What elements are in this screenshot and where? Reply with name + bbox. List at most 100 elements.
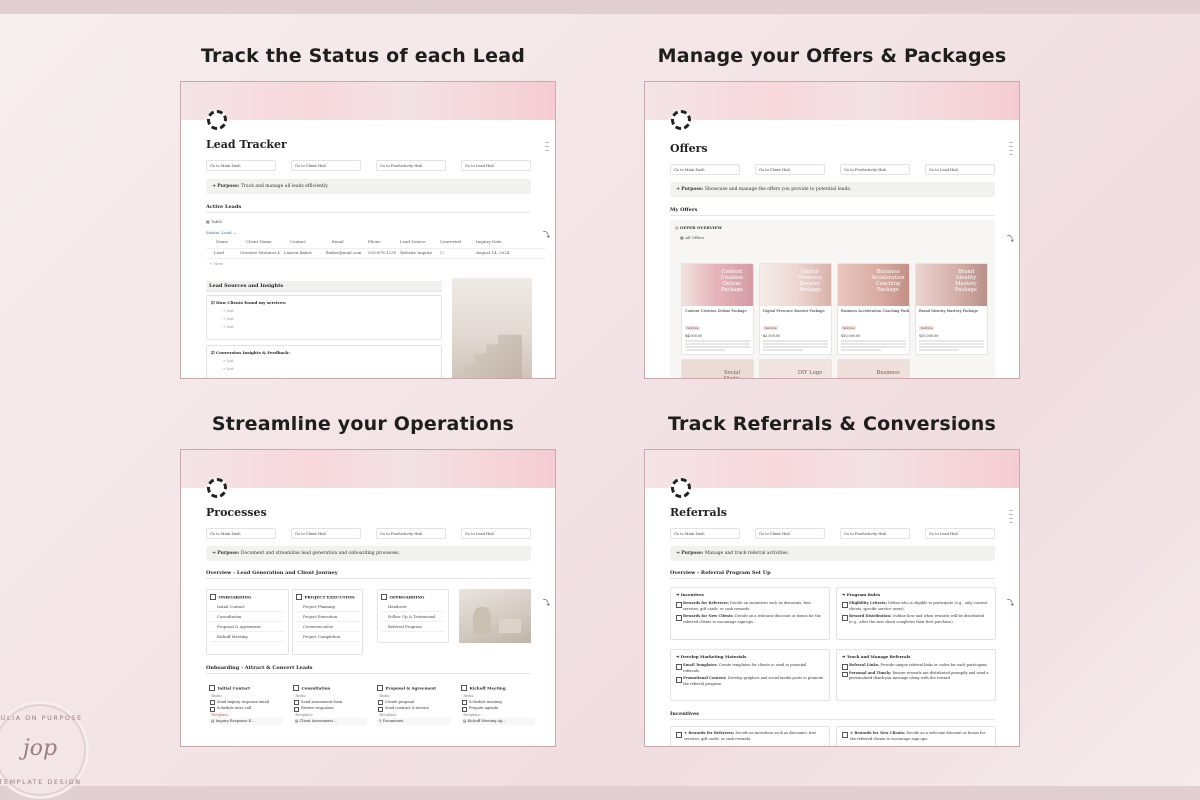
check-item[interactable]: Referral Links: Provide unique referral …: [842, 663, 990, 669]
offer-image-text: Business Acceleration Coaching Package: [871, 269, 905, 293]
nav-productivity-hub-button[interactable]: Go to Productivity Hub: [376, 528, 446, 539]
list-item[interactable]: Kickoff Meeting: [210, 632, 285, 642]
cell-source: Website Inquiry: [400, 250, 433, 255]
check-item[interactable]: Promotional Content: Develop graphics an…: [676, 676, 824, 687]
nav-client-hub-button[interactable]: Go to Client Hub: [291, 528, 361, 539]
nav-main-dash-button[interactable]: Go to Main Dash: [206, 528, 276, 539]
desc-line: [841, 340, 906, 342]
box-heading-text: Track and Manage Referrals: [846, 654, 911, 659]
nav-productivity-hub-button[interactable]: Go to Productivity Hub: [840, 164, 910, 175]
nav-lead-hub-button[interactable]: Go to Lead Hub: [461, 160, 531, 171]
offer-image-text: Digital Presence Booster Package: [797, 269, 823, 293]
nav-links: Go to Main Dash Go to Client Hub Go to P…: [670, 528, 995, 540]
nav-lead-hub-button[interactable]: Go to Lead Hub: [925, 164, 995, 175]
table-row[interactable]: Lead Creative Ventures Inc. Lauren Baker…: [206, 250, 546, 259]
offer-tag: Service: [763, 326, 779, 330]
table-view-tab[interactable]: ▦ Table: [206, 219, 222, 224]
check-item[interactable]: Reward Distribution: Outline how and whe…: [842, 614, 990, 625]
nav-client-hub-button[interactable]: Go to Client Hub: [755, 528, 825, 539]
offer-card[interactable]: Brand Identity Mastery Package Brand Ide…: [915, 263, 988, 355]
offer-card[interactable]: Business Acceleration Coaching Package B…: [837, 263, 910, 355]
list-item[interactable]: Communication: [296, 622, 359, 632]
offer-card[interactable]: Content Creation Deluxe Package Content …: [681, 263, 754, 355]
offer-tag: Service: [919, 326, 935, 330]
list-item[interactable]: Project Planning: [296, 602, 359, 612]
check-item[interactable]: Rewards for Referrers: Decide on incenti…: [676, 601, 824, 612]
star-item[interactable]: ★ Rewards for New Clients: Decide on a w…: [842, 731, 990, 742]
scroll-arrow-icon[interactable]: ⤵: [543, 598, 550, 608]
step-initial-contact[interactable]: Initial Contact Tasks: Send inquiry resp…: [209, 685, 287, 725]
nav-productivity-hub-button[interactable]: Go to Productivity Hub: [840, 528, 910, 539]
task-item[interactable]: Schedule intro call: [209, 705, 287, 712]
list-item[interactable]: Project Completion: [296, 632, 359, 642]
list-item[interactable]: Handover: [381, 602, 445, 612]
template-name: Documents: [382, 718, 404, 723]
list-item[interactable]: Referral Program: [381, 622, 445, 632]
project-execution-column: PROJECT EXECUTION Project Planning Proje…: [292, 589, 363, 655]
nav-lead-hub-button[interactable]: Go to Lead Hub: [461, 528, 531, 539]
scroll-arrow-icon[interactable]: ⤵: [543, 230, 550, 240]
gallery-view-tab[interactable]: ▦ All Offers: [670, 232, 995, 243]
purpose-text: Track and manage all leads efficiently.: [240, 184, 329, 189]
item-label: Rewards for New Clients:: [683, 614, 734, 618]
nav-lead-hub-button[interactable]: Go to Lead Hub: [925, 528, 995, 539]
task-item[interactable]: Send contract & invoice: [377, 705, 455, 712]
step-consultation[interactable]: Consultation Tasks: Send assessment form…: [293, 685, 371, 725]
nav-main-dash-button[interactable]: Go to Main Dash: [670, 164, 740, 175]
step-kickoff[interactable]: Kickoff Meeting Tasks: Schedule meeting …: [461, 685, 539, 725]
clients-found-toggle[interactable]: ☑ How Clients found my services: • List …: [206, 295, 442, 340]
nav-main-dash-button[interactable]: Go to Main Dash: [670, 528, 740, 539]
offer-card[interactable]: Digital Presence Booster Package Digital…: [759, 263, 832, 355]
referrer-reward-box: ★ Rewards for Referrers: Decide on incen…: [670, 726, 830, 746]
task-item[interactable]: Prepare agenda: [461, 705, 539, 712]
scroll-arrow-icon[interactable]: ⤵: [1007, 598, 1014, 608]
template-link[interactable]: ▤ Client Assessment ...: [293, 717, 367, 725]
offer-card[interactable]: Business: [837, 359, 910, 378]
box-heading-text: Develop Marketing Materials: [680, 654, 747, 659]
list-item[interactable]: Follow Up & Testimonial: [381, 612, 445, 622]
template-name: Kickoff Meeting Ag...: [467, 718, 507, 723]
task-item[interactable]: Review responses: [293, 705, 371, 712]
box-heading: ➔ Develop Marketing Materials: [676, 654, 747, 659]
cell-client: Creative Ventures Inc.: [240, 250, 280, 255]
page-cover: [181, 450, 555, 488]
col-header: Email: [332, 239, 344, 244]
offer-card[interactable]: Social Media: [681, 359, 754, 378]
page-icon: [671, 110, 691, 130]
offer-image-text: Business: [876, 370, 900, 376]
offer-card-image: Business Acceleration Coaching Package: [838, 264, 909, 306]
step-proposal[interactable]: Proposal & Agreement Tasks: Create propo…: [377, 685, 455, 725]
filter-label: Status: Lead: [206, 230, 232, 235]
column-heading: PROJECT EXECUTION: [296, 594, 359, 600]
offer-card-image: Content Creation Deluxe Package: [682, 264, 753, 306]
scroll-arrow-icon[interactable]: ⤵: [1007, 234, 1014, 244]
list-item[interactable]: Proposal & Agreement: [210, 622, 285, 632]
template-link[interactable]: ▤ Kickoff Meeting Ag...: [461, 717, 535, 725]
nav-client-hub-button[interactable]: Go to Client Hub: [755, 164, 825, 175]
conversion-insights-toggle[interactable]: ☑ Conversion Insights & Feedback: • List…: [206, 345, 442, 378]
check-item[interactable]: Rewards for New Clients: Decide on a wel…: [676, 614, 824, 625]
list-item[interactable]: Initial Contact: [210, 602, 285, 612]
check-item[interactable]: Email Templates: Create templates for cl…: [676, 663, 824, 674]
list-item: • List: [223, 308, 234, 313]
offer-card[interactable]: DIY Logo: [759, 359, 832, 378]
list-item[interactable]: Consultation: [210, 612, 285, 622]
onboarding-column: ONBOARDING Initial Contact Consultation …: [206, 589, 289, 655]
cell-converted[interactable]: ☐: [436, 250, 472, 258]
star-item[interactable]: ★ Rewards for Referrers: Decide on incen…: [676, 731, 824, 742]
step-heading: Initial Contact: [209, 685, 287, 691]
check-item[interactable]: Personal and Timely: Ensure rewards are …: [842, 671, 990, 682]
cell-email: lbaker@mail.com: [326, 250, 362, 255]
nav-client-hub-button[interactable]: Go to Client Hub: [291, 160, 361, 171]
list-item[interactable]: Project Execution: [296, 612, 359, 622]
nav-main-dash-button[interactable]: Go to Main Dash: [206, 160, 276, 171]
template-link[interactable]: ⚲ Documents: [377, 717, 451, 725]
template-link[interactable]: ▤ Inquiry Response E...: [209, 717, 283, 725]
check-item[interactable]: Eligibility Criteria: Define who is elig…: [842, 601, 990, 612]
new-row-button[interactable]: + New: [209, 261, 223, 266]
nav-productivity-hub-button[interactable]: Go to Productivity Hub: [376, 160, 446, 171]
status-filter[interactable]: Status: Lead ⌄: [206, 230, 236, 235]
view-label: Table: [211, 219, 223, 224]
stairs-photo: [452, 278, 532, 378]
box-heading: ➔ Program Rules: [842, 592, 881, 597]
